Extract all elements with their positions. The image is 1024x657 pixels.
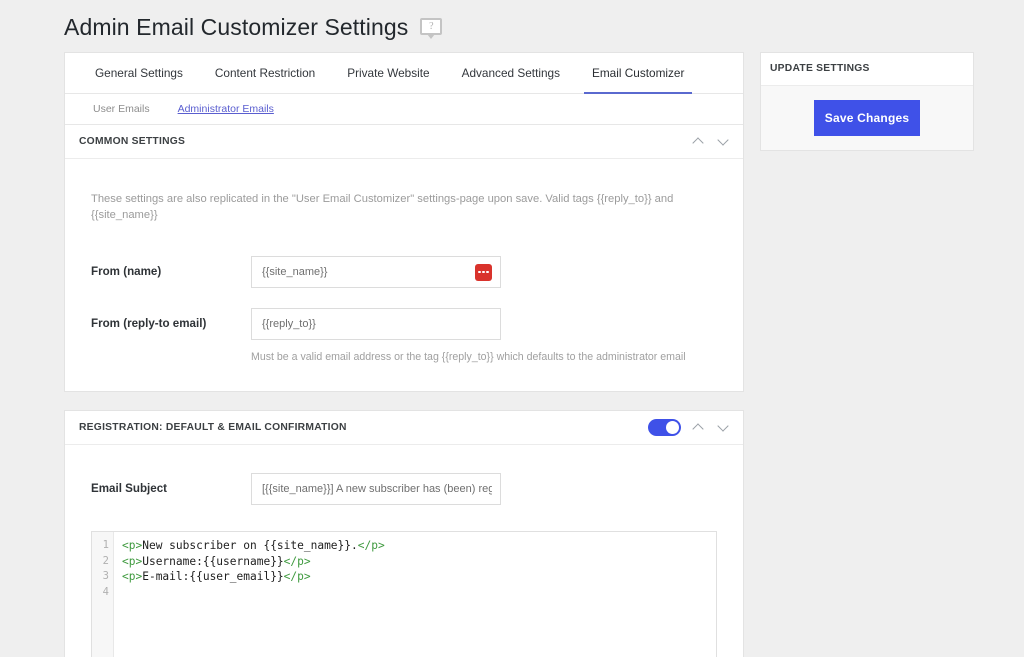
line-number: 4 bbox=[92, 585, 109, 601]
email-subject-input[interactable]: [{{site_name}}] A new subscriber has (be… bbox=[251, 473, 501, 505]
registration-enable-toggle[interactable] bbox=[648, 419, 681, 436]
toggle-knob bbox=[666, 421, 679, 434]
tab-email-customizer[interactable]: Email Customizer bbox=[576, 53, 700, 93]
from-name-label: From (name) bbox=[79, 256, 251, 278]
from-name-field-wrap: {{site_name}} bbox=[251, 256, 729, 288]
email-subject-field-wrap: [{{site_name}}] A new subscriber has (be… bbox=[251, 473, 729, 505]
email-subject-value: [{{site_name}}] A new subscriber has (be… bbox=[262, 483, 492, 495]
page-layout: General Settings Content Restriction Pri… bbox=[0, 52, 1024, 657]
main-column: General Settings Content Restriction Pri… bbox=[64, 52, 744, 657]
secondary-tab-row: User Emails Administrator Emails bbox=[65, 94, 743, 125]
save-changes-button[interactable]: Save Changes bbox=[814, 100, 920, 136]
tabs-card: General Settings Content Restriction Pri… bbox=[64, 52, 744, 125]
subtab-user-emails[interactable]: User Emails bbox=[79, 103, 164, 115]
common-settings-description: These settings are also replicated in th… bbox=[79, 159, 729, 247]
tab-private-website[interactable]: Private Website bbox=[331, 53, 445, 93]
side-column: UPDATE SETTINGS Save Changes bbox=[760, 52, 974, 151]
reply-to-note: Must be a valid email address or the tag… bbox=[251, 340, 729, 365]
code-line: <p>E-mail:{{user_email}}</p> bbox=[122, 569, 716, 585]
email-subject-row: Email Subject [{{site_name}}] A new subs… bbox=[79, 445, 729, 515]
from-name-row: From (name) {{site_name}} bbox=[79, 246, 729, 298]
reply-to-label: From (reply-to email) bbox=[79, 308, 251, 330]
subtab-administrator-emails[interactable]: Administrator Emails bbox=[164, 103, 288, 115]
email-body-code-editor[interactable]: 1234 <p>New subscriber on {{site_name}}.… bbox=[91, 531, 717, 657]
line-number: 3 bbox=[92, 569, 109, 585]
code-tag-token: </p> bbox=[284, 570, 311, 583]
registration-title: REGISTRATION: DEFAULT & EMAIL CONFIRMATI… bbox=[79, 422, 648, 433]
code-tag-token: <p> bbox=[122, 555, 142, 568]
update-settings-card: UPDATE SETTINGS Save Changes bbox=[760, 52, 974, 151]
primary-tab-row: General Settings Content Restriction Pri… bbox=[65, 53, 743, 94]
tab-advanced-settings[interactable]: Advanced Settings bbox=[446, 53, 576, 93]
registration-header-tools bbox=[648, 419, 731, 436]
from-name-input[interactable]: {{site_name}} bbox=[251, 256, 501, 288]
code-tag-token: <p> bbox=[122, 570, 142, 583]
update-settings-body: Save Changes bbox=[761, 86, 973, 150]
email-subject-label: Email Subject bbox=[79, 473, 251, 495]
line-number: 2 bbox=[92, 554, 109, 570]
reply-to-input[interactable]: {{reply_to}} bbox=[251, 308, 501, 340]
code-line bbox=[122, 585, 716, 601]
code-text-token: New subscriber on {{site_name}}. bbox=[142, 539, 358, 552]
reply-to-row: From (reply-to email) {{reply_to}} Must … bbox=[79, 298, 729, 375]
page-header: Admin Email Customizer Settings ? bbox=[0, 0, 1024, 52]
code-content[interactable]: <p>New subscriber on {{site_name}}.</p><… bbox=[114, 532, 716, 657]
common-settings-body: These settings are also replicated in th… bbox=[65, 159, 743, 391]
registration-panel: REGISTRATION: DEFAULT & EMAIL CONFIRMATI… bbox=[64, 410, 744, 657]
code-line: <p>New subscriber on {{site_name}}.</p> bbox=[122, 538, 716, 554]
code-gutter: 1234 bbox=[92, 532, 114, 657]
tab-content-restriction[interactable]: Content Restriction bbox=[199, 53, 331, 93]
collapse-up-icon[interactable] bbox=[691, 420, 706, 435]
code-line: <p>Username:{{username}}</p> bbox=[122, 554, 716, 570]
common-settings-header: COMMON SETTINGS bbox=[65, 125, 743, 159]
reply-to-value: {{reply_to}} bbox=[262, 318, 492, 330]
code-tag-token: </p> bbox=[358, 539, 385, 552]
common-settings-title: COMMON SETTINGS bbox=[79, 136, 691, 147]
registration-header: REGISTRATION: DEFAULT & EMAIL CONFIRMATI… bbox=[65, 411, 743, 445]
tab-general-settings[interactable]: General Settings bbox=[79, 53, 199, 93]
code-tag-token: </p> bbox=[284, 555, 311, 568]
password-manager-icon[interactable] bbox=[475, 264, 492, 281]
expand-down-icon[interactable] bbox=[716, 420, 731, 435]
collapse-up-icon[interactable] bbox=[691, 134, 706, 149]
expand-down-icon[interactable] bbox=[716, 134, 731, 149]
help-tooltip-icon[interactable]: ? bbox=[420, 18, 442, 39]
code-text-token: E-mail:{{user_email}} bbox=[142, 570, 283, 583]
common-settings-panel: COMMON SETTINGS These settings are also … bbox=[64, 125, 744, 392]
from-name-value: {{site_name}} bbox=[262, 266, 475, 278]
reply-to-field-wrap: {{reply_to}} Must be a valid email addre… bbox=[251, 308, 729, 365]
common-settings-header-tools bbox=[691, 134, 731, 149]
page-title: Admin Email Customizer Settings bbox=[64, 14, 408, 42]
code-tag-token: <p> bbox=[122, 539, 142, 552]
help-icon-tail bbox=[427, 34, 435, 39]
code-text-token: Username:{{username}} bbox=[142, 555, 283, 568]
line-number: 1 bbox=[92, 538, 109, 554]
help-icon-glyph: ? bbox=[420, 18, 442, 35]
registration-body: Email Subject [{{site_name}}] A new subs… bbox=[65, 445, 743, 657]
update-settings-title: UPDATE SETTINGS bbox=[761, 53, 973, 86]
